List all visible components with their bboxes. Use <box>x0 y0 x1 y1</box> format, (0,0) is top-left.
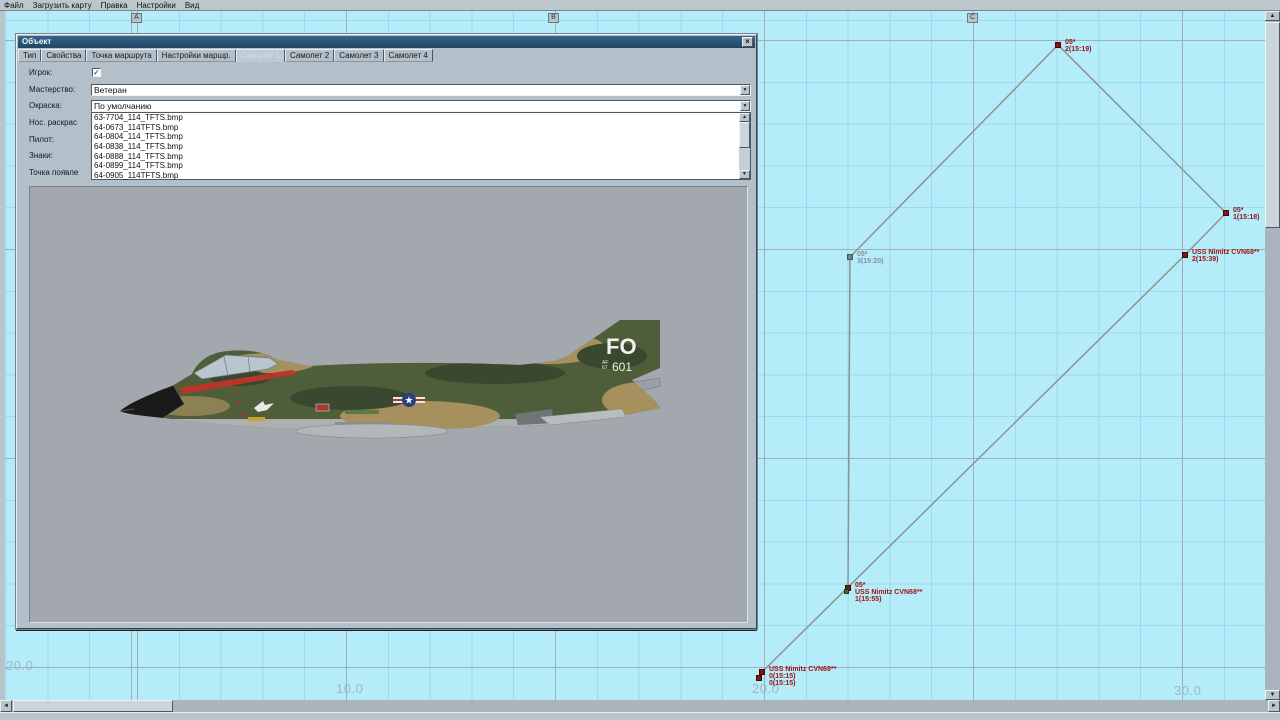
scroll-up-icon[interactable]: ▲ <box>1265 11 1280 21</box>
tail-number: 601 <box>612 360 632 374</box>
waypoint-time: 1(15:55) <box>855 596 922 603</box>
waypoint-marker-icon[interactable] <box>1182 252 1188 258</box>
skin-combobox[interactable]: По умолчанию ▼ <box>91 100 751 112</box>
horizontal-scrollbar[interactable]: ◄ ► <box>0 700 1280 712</box>
menu-settings[interactable]: Настройки <box>137 1 176 10</box>
unit-marker-icon[interactable] <box>844 589 849 594</box>
tail-code: FO <box>606 334 637 359</box>
tab-properties[interactable]: Свойства <box>41 49 86 62</box>
list-item[interactable]: 64-0905_114TFTS.bmp <box>92 171 750 181</box>
tab-type[interactable]: Тип <box>18 49 41 62</box>
tab-aircraft-4[interactable]: Самолет 4 <box>384 49 433 62</box>
list-scrollbar-thumb[interactable] <box>739 122 750 148</box>
close-icon[interactable]: × <box>742 37 753 47</box>
player-checkbox[interactable]: ✓ <box>92 68 101 77</box>
tab-waypoint[interactable]: Точка маршрута <box>86 49 156 62</box>
tab-aircraft-1[interactable]: Самолет 1 <box>236 49 285 62</box>
dialog-title-bar[interactable]: Объект × <box>18 36 755 48</box>
skill-combobox[interactable]: Ветеран ▼ <box>91 84 751 96</box>
menu-view[interactable]: Вид <box>185 1 199 10</box>
horizontal-scrollbar-thumb[interactable] <box>13 700 173 712</box>
waypoint-marker-icon[interactable] <box>756 675 762 681</box>
coord-label: 10.0 <box>336 681 363 696</box>
waypoint-marker-icon[interactable] <box>847 254 853 260</box>
chevron-down-icon[interactable]: ▼ <box>740 101 750 111</box>
list-item[interactable]: 64-0899_114_TFTS.bmp <box>92 161 750 171</box>
menu-load-map[interactable]: Загрузить карту <box>33 1 92 10</box>
list-item[interactable]: 64-0838_114_TFTS.bmp <box>92 142 750 152</box>
skin-dropdown-list: 63-7704_114_TFTS.bmp 64-0673_114TFTS.bmp… <box>91 112 751 180</box>
dialog-tabs: Тип Свойства Точка маршрута Настройки ма… <box>18 49 755 62</box>
menu-edit[interactable]: Правка <box>101 1 128 10</box>
waypoint-time: 0(15:15) <box>769 680 836 687</box>
aircraft-image: ★ ★ ★ ★ FO AF 67 601 <box>120 318 665 444</box>
skin-label: Окраска: <box>29 101 91 110</box>
list-scrollbar[interactable]: ▲ ▼ <box>739 113 750 179</box>
app-window: { "menu": { "items": ["Файл", "Загрузить… <box>0 0 1280 720</box>
waypoint-marker-icon[interactable] <box>1055 42 1061 48</box>
waypoint-time: 2(15:39) <box>1192 256 1259 263</box>
waypoint-unit-name: USS Nimitz CVN68** <box>1192 249 1259 256</box>
list-item[interactable]: 64-0804_114_TFTS.bmp <box>92 132 750 142</box>
tab-aircraft-2[interactable]: Самолет 2 <box>285 49 334 62</box>
skill-label: Мастерство: <box>29 85 91 94</box>
status-bar <box>0 712 1280 720</box>
tab-aircraft-3[interactable]: Самолет 3 <box>334 49 383 62</box>
spawn-point-label: Точка появле <box>29 168 91 177</box>
pilot-label: Пилот: <box>29 135 91 144</box>
waypoint-unit-name: USS Nimitz CVN68** <box>769 666 836 673</box>
waypoint-time: 3(15:20) <box>857 258 883 265</box>
dialog-title: Объект <box>22 37 51 46</box>
waypoint-time: 1(15:18) <box>1233 214 1259 221</box>
vertical-scrollbar-thumb[interactable] <box>1265 22 1280 228</box>
svg-text:★: ★ <box>240 411 246 419</box>
skin-value: По умолчанию <box>94 101 151 111</box>
waypoint-unit-name: USS Nimitz CVN68** <box>855 589 922 596</box>
waypoint-time: 2(15:19) <box>1065 46 1091 53</box>
list-item[interactable]: 64-0888_114_TFTS.bmp <box>92 152 750 162</box>
scroll-down-icon[interactable]: ▼ <box>1265 690 1280 700</box>
grid-column-label-a: A <box>131 13 142 23</box>
scroll-left-icon[interactable]: ◄ <box>0 700 12 712</box>
scroll-right-icon[interactable]: ► <box>1268 700 1280 712</box>
scroll-up-icon[interactable]: ▲ <box>739 113 750 122</box>
menu-bar: Файл Загрузить карту Правка Настройки Ви… <box>0 0 1280 11</box>
list-item[interactable]: 64-0673_114TFTS.bmp <box>92 123 750 133</box>
drop-tank <box>296 424 448 438</box>
grid-column-label-c: C <box>967 13 978 23</box>
scroll-down-icon[interactable]: ▼ <box>739 170 750 179</box>
list-item[interactable]: 63-7704_114_TFTS.bmp <box>92 113 750 123</box>
coord-label: 30.0 <box>1174 683 1201 698</box>
svg-text:★: ★ <box>236 399 242 407</box>
player-label: Игрок: <box>29 68 91 77</box>
grid-column-label-b: B <box>548 13 559 23</box>
nose-art-label: Нос. раскрас <box>29 118 91 127</box>
chevron-down-icon[interactable]: ▼ <box>740 85 750 95</box>
waypoint-heading: 05* <box>1065 39 1091 46</box>
coord-label: 20.0 <box>6 658 33 673</box>
waypoint-heading: 05* <box>855 582 922 589</box>
menu-file[interactable]: Файл <box>4 1 24 10</box>
svg-text:★: ★ <box>405 396 414 407</box>
kill-marking-stars: ★ <box>232 387 238 395</box>
aircraft-preview-panel: ★ ★ ★ ★ FO AF 67 601 <box>29 186 748 623</box>
skill-value: Ветеран <box>94 85 127 95</box>
waypoint-heading: 05* <box>1233 207 1259 214</box>
object-dialog: Объект × Тип Свойства Точка маршрута Нас… <box>16 34 757 629</box>
tail-af-number: 67 <box>602 365 608 371</box>
waypoint-heading: 05* <box>857 251 883 258</box>
tab-route-settings[interactable]: Настройки маршр. <box>157 49 236 62</box>
vertical-scrollbar[interactable]: ▲ ▼ <box>1265 11 1280 700</box>
markings-label: Знаки: <box>29 151 91 160</box>
waypoint-time: 0(15:15) <box>769 673 836 680</box>
waypoint-marker-icon[interactable] <box>1223 210 1229 216</box>
